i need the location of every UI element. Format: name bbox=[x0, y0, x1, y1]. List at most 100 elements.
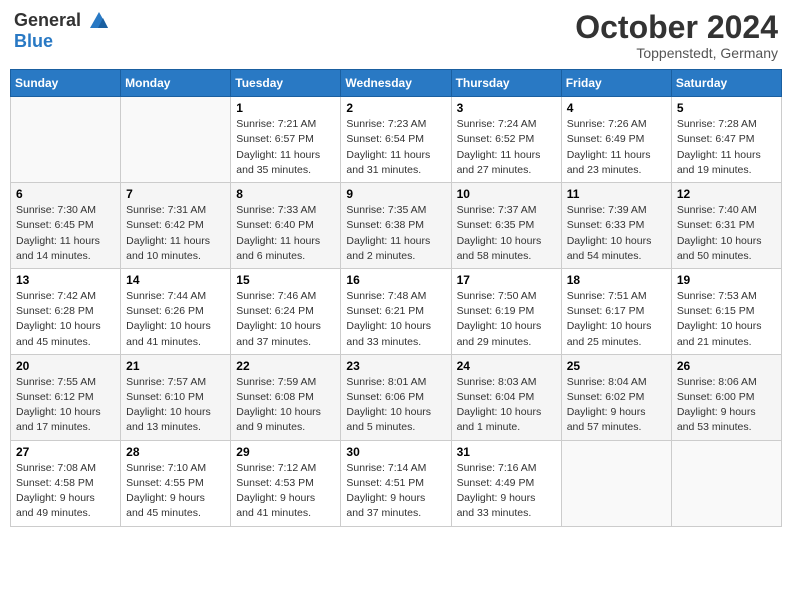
day-number: 11 bbox=[567, 187, 666, 201]
day-number: 21 bbox=[126, 359, 225, 373]
calendar-day-cell: 3 Sunrise: 7:24 AMSunset: 6:52 PMDaylight… bbox=[451, 97, 561, 183]
day-info: Sunrise: 7:26 AMSunset: 6:49 PMDaylight:… bbox=[567, 117, 666, 178]
weekday-header: Wednesday bbox=[341, 70, 451, 97]
calendar-day-cell: 7Sunrise: 7:31 AMSunset: 6:42 PMDaylight… bbox=[121, 183, 231, 269]
day-info: Sunrise: 7:33 AMSunset: 6:40 PMDaylight:… bbox=[236, 203, 335, 264]
day-number: 26 bbox=[677, 359, 776, 373]
calendar-day-cell: 24 Sunrise: 8:03 AMSunset: 6:04 PMDayligh… bbox=[451, 354, 561, 440]
day-number: 5 bbox=[677, 101, 776, 115]
calendar-day-cell: 30Sunrise: 7:14 AMSunset: 4:51 PMDayligh… bbox=[341, 440, 451, 526]
day-info: Sunrise: 7:50 AMSunset: 6:19 PMDaylight:… bbox=[457, 289, 556, 350]
day-number: 28 bbox=[126, 445, 225, 459]
logo-blue: Blue bbox=[14, 32, 110, 52]
calendar-day-cell: 17 Sunrise: 7:50 AMSunset: 6:19 PMDayligh… bbox=[451, 268, 561, 354]
location-title: Toppenstedt, Germany bbox=[575, 45, 778, 61]
day-number: 31 bbox=[457, 445, 556, 459]
day-number: 25 bbox=[567, 359, 666, 373]
calendar-week-row: 13 Sunrise: 7:42 AMSunset: 6:28 PMDayligh… bbox=[11, 268, 782, 354]
calendar-day-cell: 5 Sunrise: 7:28 AMSunset: 6:47 PMDaylight… bbox=[671, 97, 781, 183]
day-info: Sunrise: 7:46 AMSunset: 6:24 PMDaylight:… bbox=[236, 289, 335, 350]
day-info: Sunrise: 7:16 AMSunset: 4:49 PMDaylight:… bbox=[457, 461, 556, 522]
day-number: 1 bbox=[236, 101, 335, 115]
day-info: Sunrise: 8:04 AMSunset: 6:02 PMDaylight:… bbox=[567, 375, 666, 436]
calendar-day-cell: 16Sunrise: 7:48 AMSunset: 6:21 PMDayligh… bbox=[341, 268, 451, 354]
day-info: Sunrise: 8:01 AMSunset: 6:06 PMDaylight:… bbox=[346, 375, 445, 436]
day-number: 29 bbox=[236, 445, 335, 459]
weekday-header: Saturday bbox=[671, 70, 781, 97]
calendar-day-cell: 18Sunrise: 7:51 AMSunset: 6:17 PMDayligh… bbox=[561, 268, 671, 354]
logo-icon bbox=[88, 10, 110, 32]
calendar-week-row: 20 Sunrise: 7:55 AMSunset: 6:12 PMDayligh… bbox=[11, 354, 782, 440]
calendar-day-cell: 31 Sunrise: 7:16 AMSunset: 4:49 PMDayligh… bbox=[451, 440, 561, 526]
day-number: 13 bbox=[16, 273, 115, 287]
calendar-day-cell: 8 Sunrise: 7:33 AMSunset: 6:40 PMDaylight… bbox=[231, 183, 341, 269]
day-number: 19 bbox=[677, 273, 776, 287]
day-info: Sunrise: 7:21 AMSunset: 6:57 PMDaylight:… bbox=[236, 117, 335, 178]
calendar-day-cell: 12 Sunrise: 7:40 AMSunset: 6:31 PMDayligh… bbox=[671, 183, 781, 269]
calendar-day-cell: 23 Sunrise: 8:01 AMSunset: 6:06 PMDayligh… bbox=[341, 354, 451, 440]
calendar-day-cell: 19 Sunrise: 7:53 AMSunset: 6:15 PMDayligh… bbox=[671, 268, 781, 354]
page-header: General Blue October 2024 Toppenstedt, G… bbox=[10, 10, 782, 61]
calendar-day-cell: 26Sunrise: 8:06 AMSunset: 6:00 PMDayligh… bbox=[671, 354, 781, 440]
day-info: Sunrise: 7:40 AMSunset: 6:31 PMDaylight:… bbox=[677, 203, 776, 264]
day-number: 8 bbox=[236, 187, 335, 201]
day-info: Sunrise: 7:24 AMSunset: 6:52 PMDaylight:… bbox=[457, 117, 556, 178]
day-number: 17 bbox=[457, 273, 556, 287]
calendar-table: SundayMondayTuesdayWednesdayThursdayFrid… bbox=[10, 69, 782, 526]
calendar-day-cell: 21 Sunrise: 7:57 AMSunset: 6:10 PMDayligh… bbox=[121, 354, 231, 440]
calendar-day-cell: 2Sunrise: 7:23 AMSunset: 6:54 PMDaylight… bbox=[341, 97, 451, 183]
day-info: Sunrise: 7:59 AMSunset: 6:08 PMDaylight:… bbox=[236, 375, 335, 436]
day-number: 22 bbox=[236, 359, 335, 373]
calendar-day-cell bbox=[121, 97, 231, 183]
month-title: October 2024 bbox=[575, 10, 778, 45]
weekday-header: Monday bbox=[121, 70, 231, 97]
day-info: Sunrise: 7:51 AMSunset: 6:17 PMDaylight:… bbox=[567, 289, 666, 350]
day-number: 12 bbox=[677, 187, 776, 201]
title-block: October 2024 Toppenstedt, Germany bbox=[575, 10, 778, 61]
calendar-day-cell: 10Sunrise: 7:37 AMSunset: 6:35 PMDayligh… bbox=[451, 183, 561, 269]
day-number: 23 bbox=[346, 359, 445, 373]
day-number: 6 bbox=[16, 187, 115, 201]
day-info: Sunrise: 7:53 AMSunset: 6:15 PMDaylight:… bbox=[677, 289, 776, 350]
day-info: Sunrise: 7:08 AMSunset: 4:58 PMDaylight:… bbox=[16, 461, 115, 522]
day-info: Sunrise: 7:39 AMSunset: 6:33 PMDaylight:… bbox=[567, 203, 666, 264]
day-info: Sunrise: 7:55 AMSunset: 6:12 PMDaylight:… bbox=[16, 375, 115, 436]
calendar-week-row: 27 Sunrise: 7:08 AMSunset: 4:58 PMDayligh… bbox=[11, 440, 782, 526]
weekday-header: Friday bbox=[561, 70, 671, 97]
logo: General Blue bbox=[14, 10, 110, 52]
calendar-day-cell bbox=[11, 97, 121, 183]
day-info: Sunrise: 7:42 AMSunset: 6:28 PMDaylight:… bbox=[16, 289, 115, 350]
calendar-day-cell: 13 Sunrise: 7:42 AMSunset: 6:28 PMDayligh… bbox=[11, 268, 121, 354]
day-info: Sunrise: 7:31 AMSunset: 6:42 PMDaylight:… bbox=[126, 203, 225, 264]
calendar-day-cell bbox=[561, 440, 671, 526]
calendar-week-row: 6 Sunrise: 7:30 AMSunset: 6:45 PMDaylight… bbox=[11, 183, 782, 269]
calendar-day-cell: 25 Sunrise: 8:04 AMSunset: 6:02 PMDayligh… bbox=[561, 354, 671, 440]
day-number: 27 bbox=[16, 445, 115, 459]
day-info: Sunrise: 7:28 AMSunset: 6:47 PMDaylight:… bbox=[677, 117, 776, 178]
calendar-day-cell: 29 Sunrise: 7:12 AMSunset: 4:53 PMDayligh… bbox=[231, 440, 341, 526]
day-number: 30 bbox=[346, 445, 445, 459]
day-number: 16 bbox=[346, 273, 445, 287]
day-info: Sunrise: 7:12 AMSunset: 4:53 PMDaylight:… bbox=[236, 461, 335, 522]
calendar-day-cell: 1 Sunrise: 7:21 AMSunset: 6:57 PMDaylight… bbox=[231, 97, 341, 183]
weekday-header: Thursday bbox=[451, 70, 561, 97]
day-number: 14 bbox=[126, 273, 225, 287]
calendar-day-cell: 28 Sunrise: 7:10 AMSunset: 4:55 PMDayligh… bbox=[121, 440, 231, 526]
day-info: Sunrise: 7:10 AMSunset: 4:55 PMDaylight:… bbox=[126, 461, 225, 522]
calendar-day-cell: 14Sunrise: 7:44 AMSunset: 6:26 PMDayligh… bbox=[121, 268, 231, 354]
day-number: 9 bbox=[346, 187, 445, 201]
calendar-day-cell: 20 Sunrise: 7:55 AMSunset: 6:12 PMDayligh… bbox=[11, 354, 121, 440]
weekday-header: Tuesday bbox=[231, 70, 341, 97]
calendar-day-cell: 22 Sunrise: 7:59 AMSunset: 6:08 PMDayligh… bbox=[231, 354, 341, 440]
day-info: Sunrise: 7:37 AMSunset: 6:35 PMDaylight:… bbox=[457, 203, 556, 264]
day-info: Sunrise: 7:30 AMSunset: 6:45 PMDaylight:… bbox=[16, 203, 115, 264]
day-info: Sunrise: 8:03 AMSunset: 6:04 PMDaylight:… bbox=[457, 375, 556, 436]
day-number: 24 bbox=[457, 359, 556, 373]
day-info: Sunrise: 7:35 AMSunset: 6:38 PMDaylight:… bbox=[346, 203, 445, 264]
day-info: Sunrise: 7:57 AMSunset: 6:10 PMDaylight:… bbox=[126, 375, 225, 436]
day-number: 4 bbox=[567, 101, 666, 115]
calendar-week-row: 1 Sunrise: 7:21 AMSunset: 6:57 PMDaylight… bbox=[11, 97, 782, 183]
calendar-day-cell: 11 Sunrise: 7:39 AMSunset: 6:33 PMDayligh… bbox=[561, 183, 671, 269]
day-number: 20 bbox=[16, 359, 115, 373]
day-number: 3 bbox=[457, 101, 556, 115]
